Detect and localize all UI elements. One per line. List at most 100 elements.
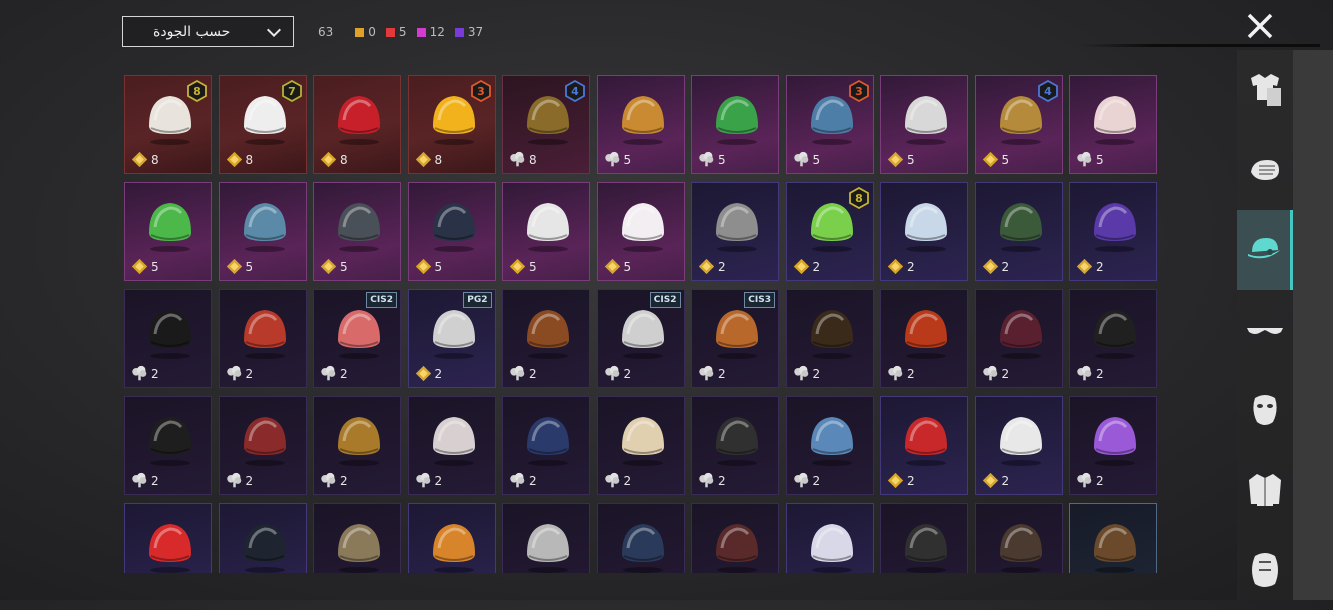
item-count-value: 8 xyxy=(151,152,159,167)
inventory-item[interactable]: 2 xyxy=(1069,182,1157,281)
inventory-item[interactable]: 2 xyxy=(974,182,1063,281)
inventory-item[interactable] xyxy=(974,503,1063,573)
silver-fragment-icon xyxy=(793,365,808,381)
inventory-item[interactable]: 2 xyxy=(313,396,401,495)
inventory-item[interactable] xyxy=(880,503,968,573)
inventory-item[interactable]: 5 xyxy=(313,182,401,281)
inventory-item[interactable]: 5 xyxy=(407,182,496,281)
inventory-item[interactable] xyxy=(407,503,496,573)
gas-mask-helmet-icon xyxy=(999,203,1042,252)
inventory-item[interactable]: 5 xyxy=(218,182,307,281)
brown-beanie-icon xyxy=(338,417,380,466)
level-badge-icon: 8 xyxy=(848,187,869,209)
inventory-item[interactable]: 2 xyxy=(124,396,212,495)
inventory-item[interactable]: 5 xyxy=(1069,75,1157,174)
inventory-item[interactable] xyxy=(596,503,685,573)
category-tab[interactable] xyxy=(1237,450,1293,530)
silver-fragment-icon xyxy=(321,365,336,381)
inventory-item[interactable] xyxy=(1069,503,1157,573)
flower-crown-icon xyxy=(1094,417,1136,466)
inventory-item[interactable]: 2 xyxy=(1069,396,1157,495)
inventory-item[interactable] xyxy=(691,503,779,573)
silver-fragment-icon xyxy=(982,365,997,381)
inventory-item[interactable]: 2 xyxy=(502,396,590,495)
item-count: 5 xyxy=(793,151,820,168)
inventory-item[interactable]: 2 xyxy=(785,289,874,388)
inventory-item[interactable]: 2 xyxy=(691,396,779,495)
inventory-item[interactable]: CIS3 2 xyxy=(691,289,779,388)
gold-coupon-icon xyxy=(415,365,431,382)
item-count: 2 xyxy=(1076,365,1104,382)
inventory-item[interactable]: 5 xyxy=(124,182,212,281)
inventory-item[interactable]: 2 xyxy=(1069,289,1157,388)
inventory-item[interactable]: 8 xyxy=(313,75,401,174)
item-count-value: 5 xyxy=(434,259,443,274)
item-count-value: 2 xyxy=(718,366,726,381)
inventory-item[interactable]: PG2 2 xyxy=(407,289,496,388)
category-tab[interactable] xyxy=(1237,290,1293,370)
baseball-cap-icon xyxy=(905,203,947,252)
pilot-goggles-icon xyxy=(243,417,286,466)
aviator-helmet-icon xyxy=(999,524,1042,573)
inventory-item[interactable]: CIS2 2 xyxy=(596,289,685,388)
category-tab[interactable] xyxy=(1237,210,1293,290)
red-swatch xyxy=(385,27,395,37)
inventory-item[interactable] xyxy=(124,503,212,573)
inventory-item[interactable]: 2 xyxy=(124,289,212,388)
inventory-item[interactable]: 2 xyxy=(502,289,590,388)
inventory-item[interactable]: 2 xyxy=(785,396,874,495)
dreadlock-mask-icon xyxy=(905,310,947,359)
silver-fragment-icon xyxy=(888,365,903,381)
steampunk-mask-icon xyxy=(716,310,758,359)
inventory-item[interactable]: CIS2 2 xyxy=(313,289,401,388)
item-count: 2 xyxy=(320,472,348,489)
category-tab[interactable] xyxy=(1237,370,1293,450)
inventory-item[interactable]: 5 xyxy=(502,182,590,281)
item-count-value: 5 xyxy=(151,259,159,274)
inventory-item[interactable]: 78 xyxy=(218,75,307,174)
police-cap-icon xyxy=(527,417,569,466)
inventory-item[interactable]: 2 xyxy=(218,289,307,388)
item-count: 2 xyxy=(131,365,159,382)
goggles-hat-icon xyxy=(810,310,853,359)
category-tab[interactable] xyxy=(1237,130,1293,210)
inventory-item[interactable]: 2 xyxy=(218,396,307,495)
inventory-item[interactable]: 2 xyxy=(880,289,968,388)
inventory-item[interactable]: 35 xyxy=(785,75,874,174)
inventory-item[interactable]: 2 xyxy=(880,182,968,281)
sort-dropdown[interactable]: حسب الجودة xyxy=(122,16,294,47)
season-tag: CIS3 xyxy=(744,292,775,308)
inventory-item[interactable] xyxy=(502,503,590,573)
inventory-item[interactable]: 45 xyxy=(974,75,1063,174)
inventory-item[interactable]: 5 xyxy=(880,75,968,174)
item-count: 5 xyxy=(320,258,348,275)
inventory-item[interactable]: 88 xyxy=(124,75,212,174)
inventory-item[interactable] xyxy=(218,503,307,573)
inventory-item[interactable]: 2 xyxy=(596,396,685,495)
item-count: 2 xyxy=(793,365,820,382)
inventory-item[interactable]: 5 xyxy=(691,75,779,174)
close-button[interactable] xyxy=(1244,10,1276,42)
gold-coupon-icon xyxy=(415,151,431,168)
inventory-item[interactable]: 5 xyxy=(596,182,685,281)
inventory-item[interactable]: 2 xyxy=(407,396,496,495)
inventory-item[interactable] xyxy=(313,503,401,573)
sailor-cap-icon xyxy=(621,524,664,573)
inventory-item[interactable] xyxy=(785,503,874,573)
season-tag: CIS2 xyxy=(366,292,397,308)
inventory-item[interactable]: 5 xyxy=(596,75,685,174)
inventory-item[interactable]: 48 xyxy=(502,75,590,174)
inventory-item[interactable]: 2 xyxy=(691,182,779,281)
item-count-value: 2 xyxy=(1096,366,1104,381)
inventory-item[interactable]: 82 xyxy=(785,182,874,281)
item-count: 2 xyxy=(604,365,631,382)
inventory-item[interactable]: 2 xyxy=(974,289,1063,388)
inventory-item[interactable]: 2 xyxy=(974,396,1063,495)
category-tab[interactable] xyxy=(1237,530,1293,610)
inventory-item[interactable]: 2 xyxy=(880,396,968,495)
item-count: 2 xyxy=(226,365,253,382)
inventory-item[interactable]: 38 xyxy=(407,75,496,174)
category-tab[interactable] xyxy=(1237,50,1293,130)
item-count-value: 8 xyxy=(245,152,254,167)
item-count: 5 xyxy=(1076,151,1104,168)
